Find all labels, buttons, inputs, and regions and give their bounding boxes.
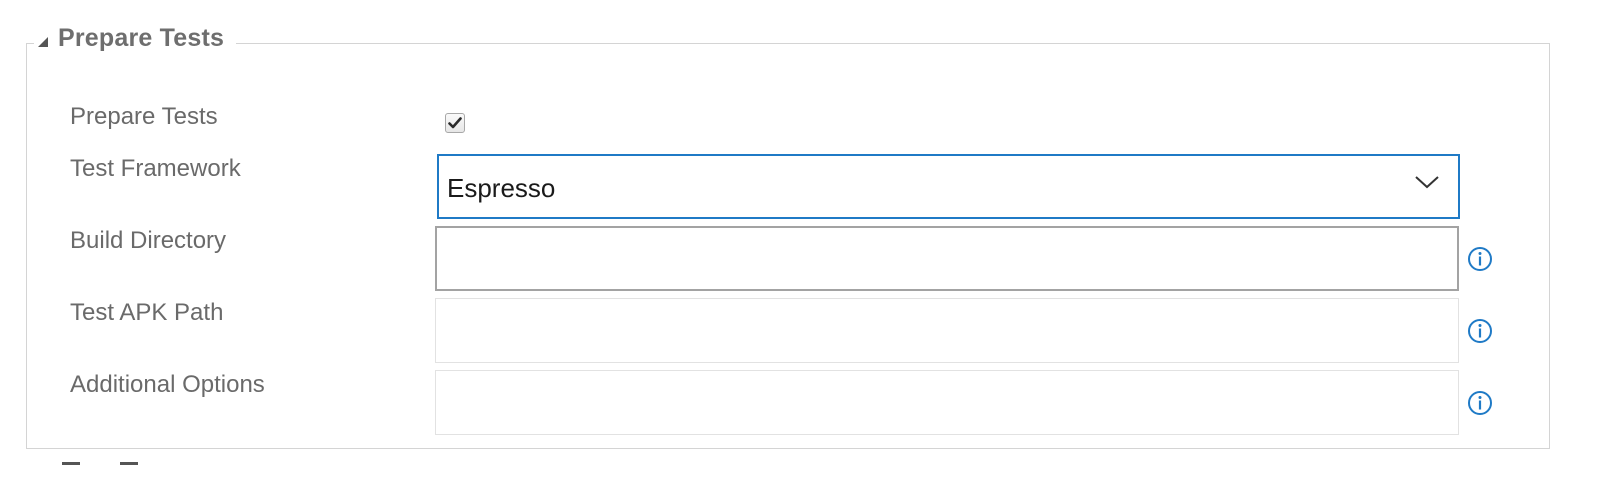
test-apk-path-input[interactable] bbox=[435, 298, 1459, 363]
test-framework-select[interactable]: Espresso bbox=[437, 154, 1460, 219]
build-directory-label: Build Directory bbox=[70, 227, 227, 254]
info-icon[interactable] bbox=[1467, 390, 1493, 416]
prepare-tests-checkbox[interactable] bbox=[445, 113, 465, 133]
chevron-down-icon bbox=[1415, 176, 1439, 189]
info-icon[interactable] bbox=[1467, 246, 1493, 272]
prepare-tests-label: Prepare Tests bbox=[70, 103, 218, 130]
divider bbox=[120, 462, 138, 465]
additional-options-label: Additional Options bbox=[70, 371, 265, 398]
test-framework-label: Test Framework bbox=[70, 155, 241, 182]
build-directory-input[interactable] bbox=[435, 226, 1459, 291]
collapse-triangle-icon[interactable] bbox=[38, 37, 48, 47]
next-section-peek bbox=[62, 462, 138, 465]
checkmark-icon bbox=[448, 117, 462, 129]
section-header[interactable]: Prepare Tests bbox=[34, 20, 237, 56]
test-apk-path-label: Test APK Path bbox=[70, 299, 224, 326]
info-icon[interactable] bbox=[1467, 318, 1493, 344]
test-framework-value: Espresso bbox=[447, 173, 556, 203]
divider bbox=[62, 462, 80, 465]
additional-options-input[interactable] bbox=[435, 370, 1459, 435]
section-title: Prepare Tests bbox=[58, 23, 225, 52]
